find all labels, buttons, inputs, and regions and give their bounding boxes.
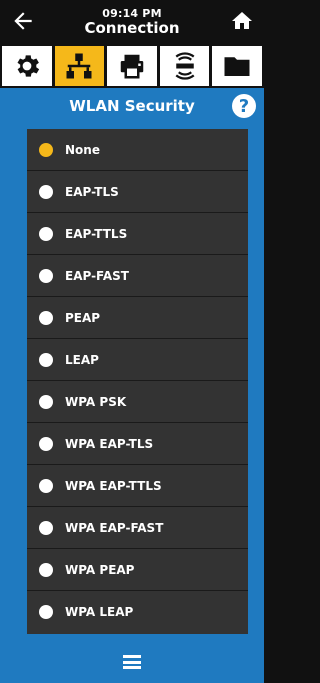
main-panel: WLAN Security ? None EAP-TLS EAP-TTLS EAP-F… <box>0 88 264 683</box>
hamburger-menu-icon[interactable] <box>123 655 141 669</box>
option-label: WPA LEAP <box>65 605 134 619</box>
radio-unselected-icon[interactable] <box>39 184 53 199</box>
option-label: EAP-FAST <box>65 268 129 283</box>
network-icon <box>66 53 92 79</box>
security-options-list: None EAP-TLS EAP-TTLS EAP-FAST PEAP LEAP WPA P… <box>27 129 248 634</box>
radio-unselected-icon[interactable] <box>39 478 53 493</box>
radio-unselected-icon[interactable] <box>39 394 53 409</box>
tab-bar <box>0 46 264 86</box>
option-label: WPA EAP-TLS <box>65 436 154 451</box>
arrow-left-icon[interactable] <box>10 8 36 34</box>
tab-settings[interactable] <box>2 46 52 86</box>
radio-unselected-icon[interactable] <box>39 352 53 367</box>
option-label: WPA PSK <box>65 394 127 409</box>
radio-unselected-icon[interactable] <box>39 605 53 619</box>
tab-print[interactable] <box>107 46 157 86</box>
security-option[interactable]: WPA PSK <box>27 381 248 423</box>
radio-unselected-icon[interactable] <box>39 310 53 325</box>
gear-icon <box>17 55 39 77</box>
security-option[interactable]: EAP-TTLS <box>27 213 248 255</box>
option-label: WPA PEAP <box>65 562 135 577</box>
tab-storage[interactable] <box>212 46 262 86</box>
option-label: WPA EAP-TTLS <box>65 478 162 493</box>
rfid-icon <box>175 52 195 80</box>
option-label: LEAP <box>65 352 99 367</box>
security-option[interactable]: WPA EAP-TTLS <box>27 465 248 507</box>
top-bar: 09:14 PM Connection <box>0 0 264 44</box>
clock: 09:14 PM <box>102 7 162 20</box>
home-icon[interactable] <box>230 9 254 33</box>
security-option[interactable]: WPA LEAP <box>27 591 248 633</box>
option-label: PEAP <box>65 310 101 325</box>
section-title: WLAN Security <box>69 97 195 115</box>
tab-connection[interactable] <box>54 46 105 86</box>
option-label: EAP-TTLS <box>65 226 128 241</box>
printer-icon <box>120 54 144 79</box>
radio-unselected-icon[interactable] <box>39 520 53 535</box>
help-icon[interactable]: ? <box>232 94 256 118</box>
option-label: EAP-TLS <box>65 184 119 199</box>
security-option[interactable]: WPA EAP-TLS <box>27 423 248 465</box>
security-option[interactable]: None <box>27 129 248 171</box>
security-option[interactable]: PEAP <box>27 297 248 339</box>
security-option[interactable]: LEAP <box>27 339 248 381</box>
security-option[interactable]: EAP-FAST <box>27 255 248 297</box>
security-option[interactable]: EAP-TLS <box>27 171 248 213</box>
page-title: Connection <box>84 19 180 37</box>
radio-unselected-icon[interactable] <box>39 226 53 241</box>
header-center: 09:14 PM Connection <box>84 8 179 36</box>
radio-unselected-icon[interactable] <box>39 436 53 451</box>
option-label: WPA EAP-FAST <box>65 520 164 535</box>
option-label: None <box>65 142 100 157</box>
security-option[interactable]: WPA PEAP <box>27 549 248 591</box>
radio-unselected-icon[interactable] <box>39 268 53 283</box>
tab-rfid[interactable] <box>159 46 210 86</box>
folder-icon <box>224 57 250 76</box>
security-option[interactable]: WPA EAP-FAST <box>27 507 248 549</box>
radio-unselected-icon[interactable] <box>39 562 53 577</box>
footer <box>0 641 264 683</box>
radio-selected-icon[interactable] <box>39 142 53 157</box>
